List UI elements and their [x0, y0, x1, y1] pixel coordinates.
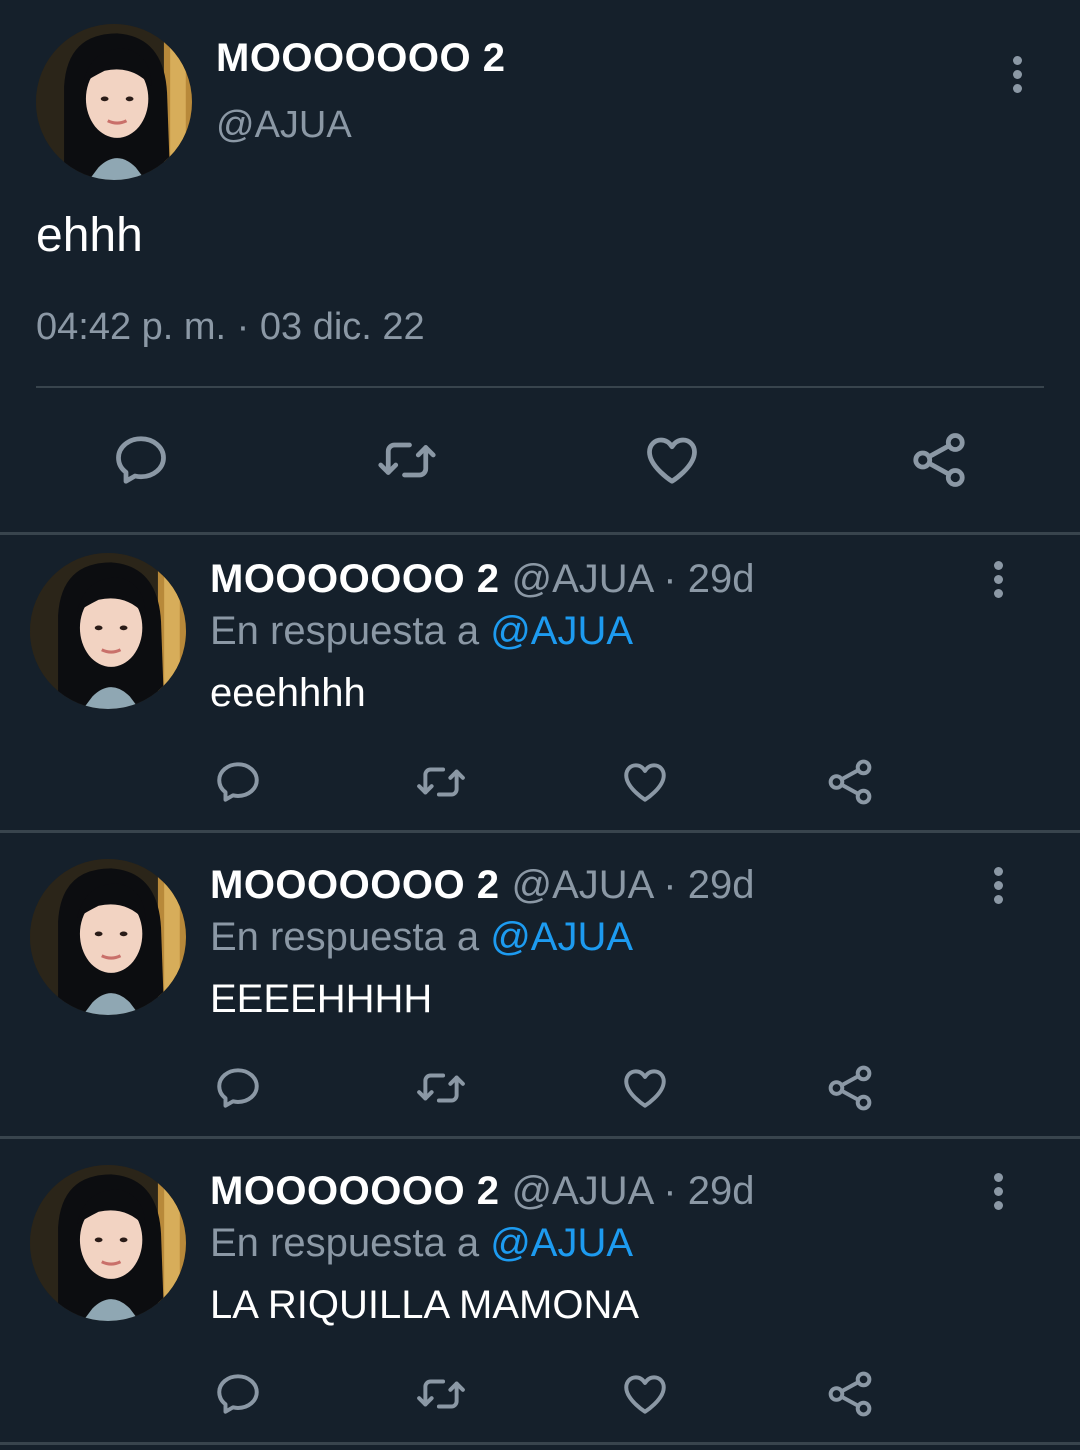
tweet-text: eeehhhh [210, 671, 366, 715]
in-reply-label: En respuesta a [210, 915, 491, 959]
tweet-text: EEEEHHHH [210, 977, 433, 1021]
like-icon[interactable] [620, 1369, 670, 1419]
reply-tweet[interactable]: MOOOOOOO 2 @AJUA · 29d En respuesta a @AJ… [0, 841, 1080, 1144]
avatar[interactable] [30, 1165, 186, 1321]
mention-link[interactable]: @AJUA [490, 609, 633, 653]
retweet-icon[interactable] [413, 1063, 469, 1113]
author-handle[interactable]: @AJUA [216, 104, 352, 147]
avatar[interactable] [30, 553, 186, 709]
separator-dot: · [663, 1169, 677, 1213]
tweet-age[interactable]: 29d [688, 863, 755, 907]
divider [0, 1136, 1080, 1139]
reply-icon[interactable] [213, 757, 263, 807]
more-options-icon[interactable] [1007, 56, 1027, 98]
divider [36, 386, 1044, 388]
like-icon[interactable] [620, 1063, 670, 1113]
retweet-icon[interactable] [375, 430, 439, 490]
divider [0, 830, 1080, 833]
reply-tweet[interactable]: MOOOOOOO 2 @AJUA · 29d En respuesta a @AJ… [0, 535, 1080, 838]
author-handle[interactable]: @AJUA [511, 1169, 652, 1213]
mention-link[interactable]: @AJUA [490, 1221, 633, 1265]
author-name[interactable]: MOOOOOOO 2 [210, 1169, 499, 1213]
tweet-text: ehhh [36, 209, 143, 262]
divider [0, 1442, 1080, 1445]
mention-link[interactable]: @AJUA [490, 915, 633, 959]
retweet-icon[interactable] [413, 1369, 469, 1419]
reply-icon[interactable] [213, 1063, 263, 1113]
share-icon[interactable] [825, 757, 875, 807]
more-options-icon[interactable] [988, 561, 1008, 603]
author-name[interactable]: MOOOOOOO 2 [210, 863, 499, 907]
reply-tweet[interactable]: MOOOOOOO 2 @AJUA · 29d En respuesta a @AJ… [0, 1147, 1080, 1450]
retweet-icon[interactable] [413, 757, 469, 807]
in-reply-to: En respuesta a @AJUA [210, 915, 633, 960]
like-icon[interactable] [642, 430, 702, 490]
in-reply-to: En respuesta a @AJUA [210, 1221, 633, 1266]
author-handle[interactable]: @AJUA [511, 863, 652, 907]
reply-icon[interactable] [111, 430, 171, 490]
author-handle[interactable]: @AJUA [511, 557, 652, 601]
tweet-age[interactable]: 29d [688, 557, 755, 601]
main-tweet: MOOOOOOO 2 @AJUA ehhh 04:42 p. m. · 03 d… [0, 0, 1080, 532]
author-name[interactable]: MOOOOOOO 2 [216, 36, 505, 81]
reply-icon[interactable] [213, 1369, 263, 1419]
in-reply-label: En respuesta a [210, 1221, 491, 1265]
share-icon[interactable] [825, 1369, 875, 1419]
share-icon[interactable] [825, 1063, 875, 1113]
tweet-timestamp[interactable]: 04:42 p. m. · 03 dic. 22 [36, 306, 425, 349]
avatar[interactable] [36, 24, 192, 180]
separator-dot: · [663, 557, 677, 601]
share-icon[interactable] [909, 430, 969, 490]
in-reply-label: En respuesta a [210, 609, 491, 653]
separator-dot: · [663, 863, 677, 907]
tweet-text: LA RIQUILLA MAMONA [210, 1283, 640, 1327]
like-icon[interactable] [620, 757, 670, 807]
author-name[interactable]: MOOOOOOO 2 [210, 557, 499, 601]
more-options-icon[interactable] [988, 867, 1008, 909]
tweet-age[interactable]: 29d [688, 1169, 755, 1213]
more-options-icon[interactable] [988, 1173, 1008, 1215]
in-reply-to: En respuesta a @AJUA [210, 609, 633, 654]
avatar[interactable] [30, 859, 186, 1015]
